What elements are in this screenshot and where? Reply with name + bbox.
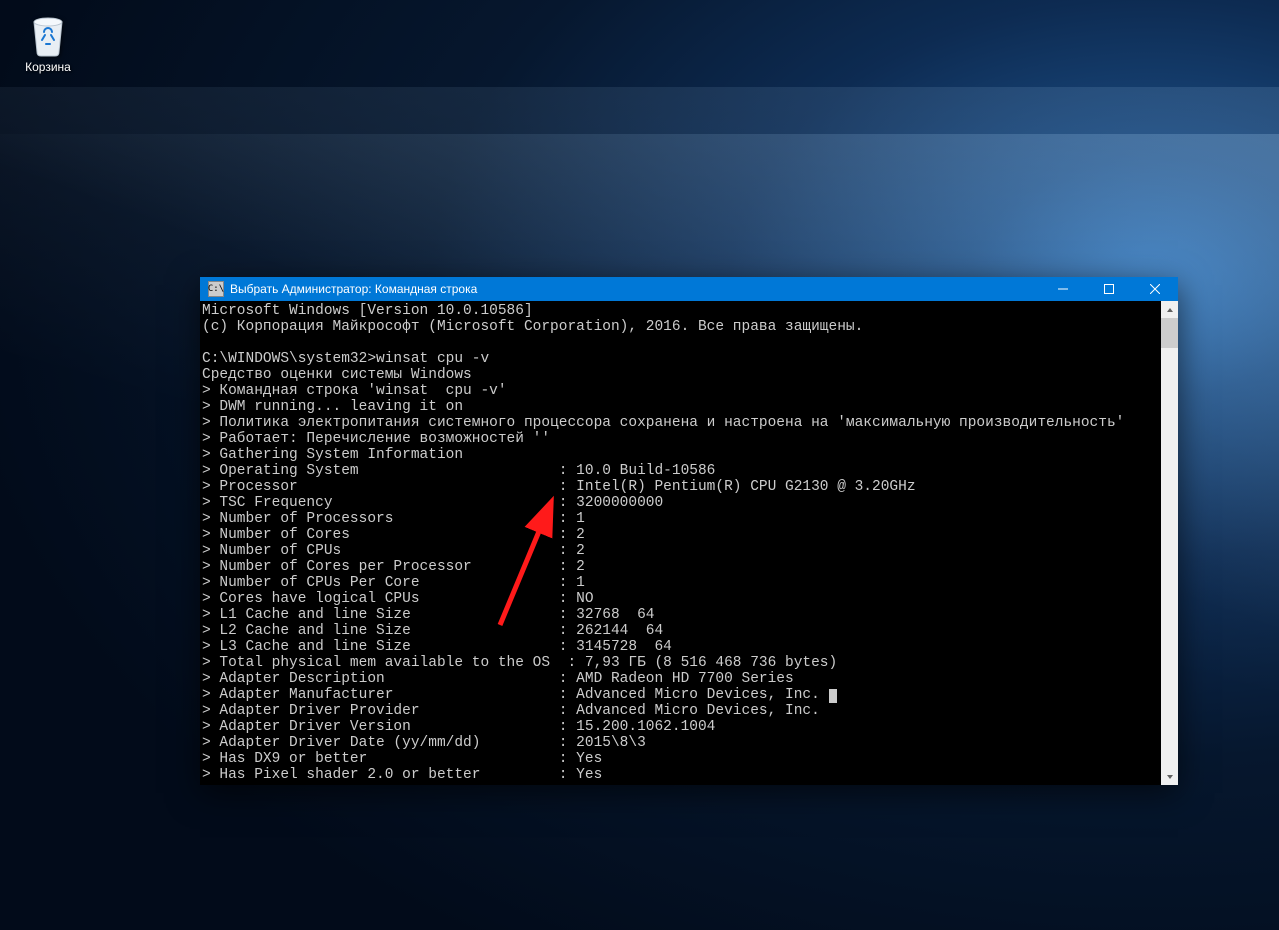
console-output[interactable]: Microsoft Windows [Version 10.0.10586] (… (200, 301, 1161, 785)
recycle-bin-label: Корзина (10, 60, 86, 74)
window-title: Выбрать Администратор: Командная строка (230, 282, 1040, 296)
recycle-bin[interactable]: Корзина (10, 10, 86, 74)
console-body: Microsoft Windows [Version 10.0.10586] (… (200, 301, 1178, 785)
scroll-down-button[interactable] (1161, 768, 1178, 785)
cmd-system-icon: C:\ (208, 281, 224, 297)
close-button[interactable] (1132, 277, 1178, 301)
minimize-button[interactable] (1040, 277, 1086, 301)
scroll-up-button[interactable] (1161, 301, 1178, 318)
window-controls (1040, 277, 1178, 301)
scroll-track[interactable] (1161, 318, 1178, 768)
maximize-button[interactable] (1086, 277, 1132, 301)
titlebar[interactable]: C:\ Выбрать Администратор: Командная стр… (200, 277, 1178, 301)
cmd-window: C:\ Выбрать Администратор: Командная стр… (200, 277, 1178, 785)
scroll-thumb[interactable] (1161, 318, 1178, 348)
vertical-scrollbar[interactable] (1161, 301, 1178, 785)
recycle-bin-icon (24, 10, 72, 58)
